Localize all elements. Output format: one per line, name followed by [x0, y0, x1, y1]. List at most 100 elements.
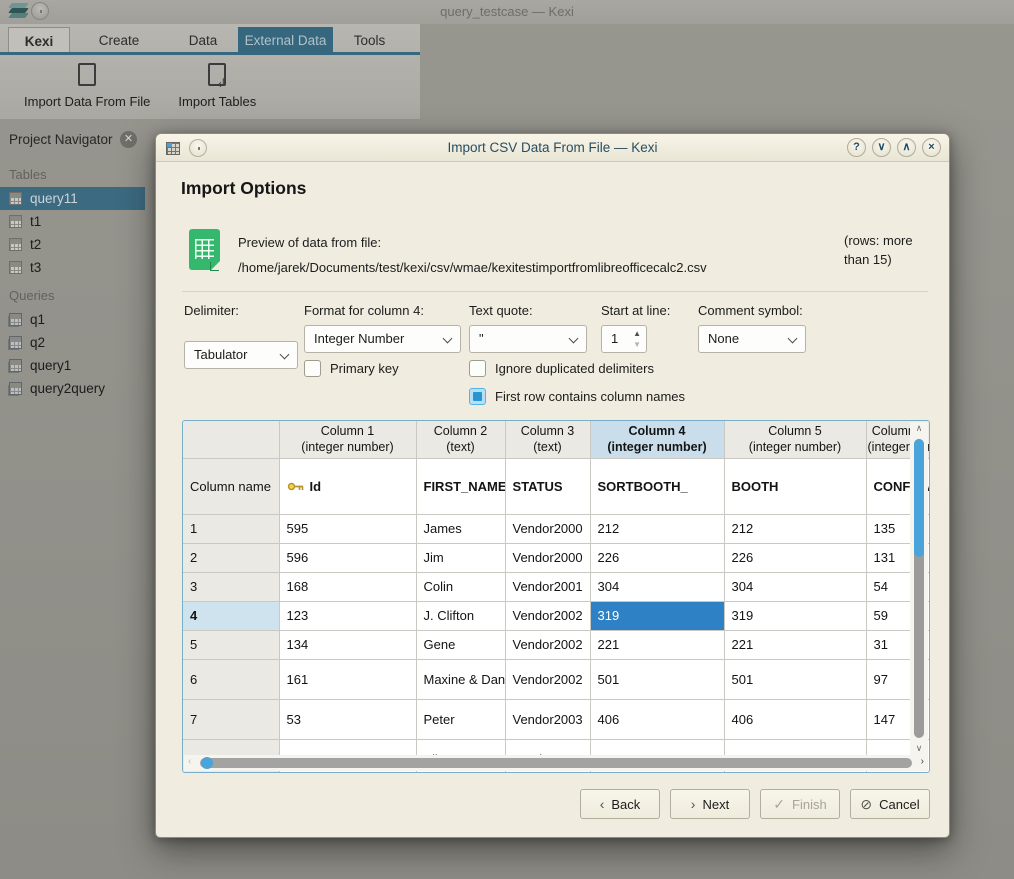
close-icon[interactable]: ✕ [120, 131, 137, 148]
nav-item-q1[interactable]: q1 [0, 308, 145, 331]
cell[interactable]: Vendor2000 [505, 514, 590, 543]
checkbox-ignore-duplicated-delimiters[interactable]: Ignore duplicated delimiters [469, 360, 654, 377]
cell[interactable]: Colin [416, 572, 505, 601]
cell[interactable]: 501 [590, 659, 724, 699]
nav-item-t2[interactable]: t2 [0, 233, 145, 256]
format-select[interactable]: Integer Number [304, 325, 461, 353]
field-name-first-name[interactable]: FIRST_NAME [416, 458, 505, 514]
column-header-column-4[interactable]: Column 4(integer number) [590, 421, 724, 458]
nav-item-t3[interactable]: t3 [0, 256, 145, 279]
cell[interactable]: 168 [279, 572, 416, 601]
cell[interactable]: 226 [724, 543, 866, 572]
checkbox-first-row-contains-column-names[interactable]: First row contains column names [469, 388, 685, 405]
cell[interactable]: Gene [416, 630, 505, 659]
column-title: Column 1 [281, 423, 415, 439]
nav-item-q2[interactable]: q2 [0, 331, 145, 354]
nav-item-query1[interactable]: query1 [0, 354, 145, 377]
scrollbar-track[interactable] [200, 758, 912, 768]
checkbox-primary-key[interactable]: Primary key [304, 360, 399, 377]
field-name-sortbooth[interactable]: SORTBOOTH_ [590, 458, 724, 514]
cell[interactable]: 319 [590, 601, 724, 630]
toolbar-import-data-from-file[interactable]: Import Data From File [10, 58, 164, 118]
checkbox-icon[interactable] [304, 360, 321, 377]
cell[interactable]: 53 [279, 699, 416, 739]
column-header-column-1[interactable]: Column 1(integer number) [279, 421, 416, 458]
spinner-arrows-icon[interactable]: ▲▼ [633, 328, 641, 350]
tab-data[interactable]: Data [168, 27, 238, 55]
cell[interactable]: 406 [590, 699, 724, 739]
tab-kexi[interactable]: Kexi [8, 27, 70, 55]
field-name-booth[interactable]: BOOTH [724, 458, 866, 514]
cell[interactable]: 161 [279, 659, 416, 699]
delimiter-select[interactable]: Tabulator [184, 341, 298, 369]
scrollbar-thumb[interactable] [914, 439, 924, 557]
cell[interactable]: Maxine & Dan [416, 659, 505, 699]
cell[interactable]: 212 [724, 514, 866, 543]
cell[interactable]: Vendor2003 [505, 699, 590, 739]
shade-up-button[interactable]: ∧ [897, 138, 916, 157]
scroll-up-icon[interactable]: ∧ [910, 423, 928, 434]
start-at-line-spinner[interactable]: 1 ▲▼ [601, 325, 647, 353]
back-button[interactable]: ‹Back [580, 789, 660, 819]
column-header-column-2[interactable]: Column 2(text) [416, 421, 505, 458]
scrollbar-thumb[interactable] [201, 757, 213, 769]
text-quote-select[interactable]: " [469, 325, 587, 353]
cell[interactable]: Jim [416, 543, 505, 572]
cell[interactable]: 226 [590, 543, 724, 572]
checkbox-checked-icon[interactable] [469, 388, 486, 405]
cell[interactable]: 221 [590, 630, 724, 659]
shade-down-button[interactable]: ∨ [872, 138, 891, 157]
column-header-column-5[interactable]: Column 5(integer number) [724, 421, 866, 458]
cell[interactable]: Vendor2002 [505, 630, 590, 659]
help-button[interactable]: ? [847, 138, 866, 157]
vertical-scrollbar[interactable]: ∧ ∨ [910, 422, 928, 755]
nav-item-query11[interactable]: query11 [0, 187, 145, 210]
cell[interactable]: 595 [279, 514, 416, 543]
row-number[interactable]: 5 [183, 630, 279, 659]
cell[interactable]: Vendor2002 [505, 601, 590, 630]
close-button[interactable]: × [922, 138, 941, 157]
row-number[interactable]: 1 [183, 514, 279, 543]
field-name-status[interactable]: STATUS [505, 458, 590, 514]
cancel-button[interactable]: ⊘Cancel [850, 789, 930, 819]
cell[interactable]: 212 [590, 514, 724, 543]
cell[interactable]: 406 [724, 699, 866, 739]
cell[interactable]: 304 [724, 572, 866, 601]
horizontal-scrollbar[interactable]: ‹ › [184, 755, 928, 771]
cell[interactable]: 123 [279, 601, 416, 630]
row-number[interactable]: 6 [183, 659, 279, 699]
cell[interactable]: 501 [724, 659, 866, 699]
column-header-column-3[interactable]: Column 3(text) [505, 421, 590, 458]
cell[interactable]: Peter [416, 699, 505, 739]
cell[interactable]: 596 [279, 543, 416, 572]
row-number[interactable]: 2 [183, 543, 279, 572]
tab-create[interactable]: Create [70, 27, 168, 55]
comment-symbol-select[interactable]: None [698, 325, 806, 353]
scroll-right-icon[interactable]: › [921, 756, 924, 767]
scroll-left-icon[interactable]: ‹ [188, 756, 191, 767]
cell[interactable]: Vendor2001 [505, 572, 590, 601]
tab-tools[interactable]: Tools [333, 27, 406, 55]
cell[interactable]: Vendor2002 [505, 659, 590, 699]
nav-item-t1[interactable]: t1 [0, 210, 145, 233]
row-number[interactable]: 4 [183, 601, 279, 630]
cell[interactable]: 319 [724, 601, 866, 630]
cell[interactable]: 304 [590, 572, 724, 601]
field-name-id[interactable]: Id [279, 458, 416, 514]
cell[interactable]: Vendor2000 [505, 543, 590, 572]
column-title: Column 5 [726, 423, 865, 439]
row-number[interactable]: 3 [183, 572, 279, 601]
row-number[interactable]: 7 [183, 699, 279, 739]
cell[interactable]: J. Clifton [416, 601, 505, 630]
scroll-down-icon[interactable]: ∨ [910, 743, 928, 754]
next-button[interactable]: ›Next [670, 789, 750, 819]
tab-external-data[interactable]: External Data [238, 27, 333, 55]
dialog-titlebar[interactable]: Import CSV Data From File — Kexi ?∨∧× [156, 134, 949, 162]
nav-item-query2query[interactable]: query2query [0, 377, 145, 400]
dialog-menu-button[interactable] [189, 139, 207, 157]
toolbar-import-tables[interactable]: ↲Import Tables [164, 58, 270, 118]
cell[interactable]: James [416, 514, 505, 543]
cell[interactable]: 134 [279, 630, 416, 659]
cell[interactable]: 221 [724, 630, 866, 659]
checkbox-icon[interactable] [469, 360, 486, 377]
